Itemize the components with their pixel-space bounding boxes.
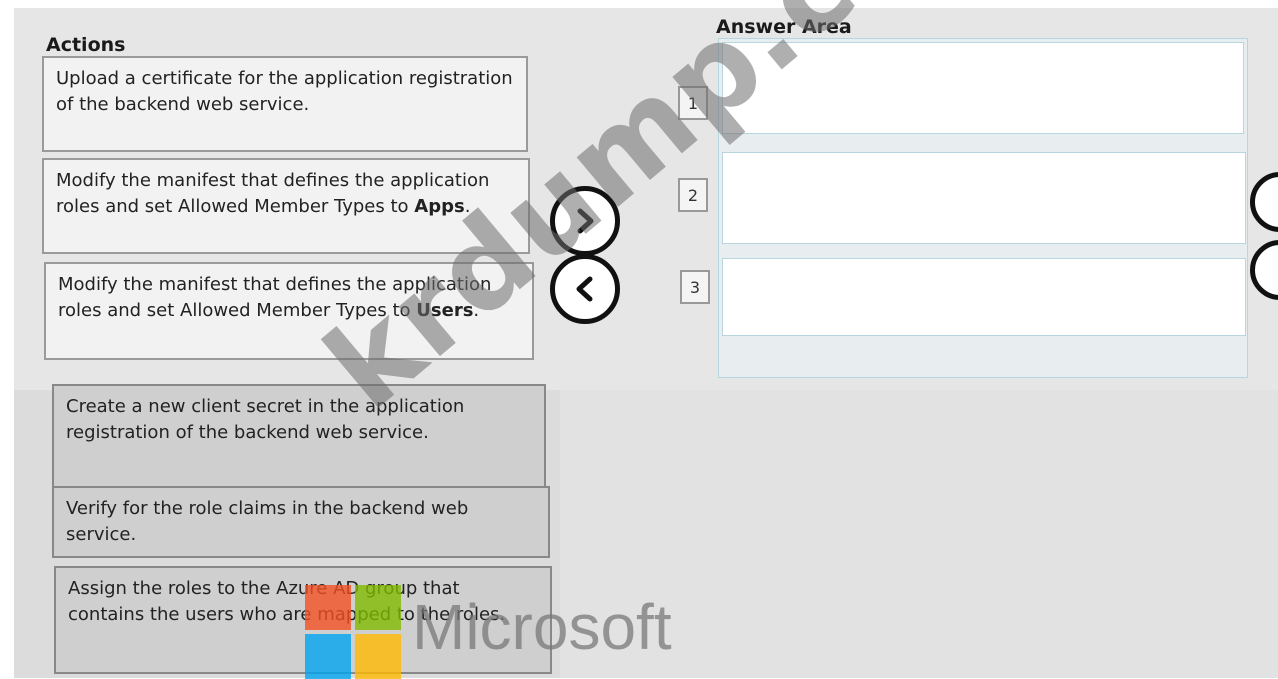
slot-number-1: 1 xyxy=(678,86,708,120)
action-item-bold: Apps xyxy=(414,196,465,217)
action-item-label: Upload a certificate for the application… xyxy=(56,68,513,115)
action-item-tail: . xyxy=(473,300,480,321)
action-item-manifest-apps[interactable]: Modify the manifest that defines the app… xyxy=(42,158,530,254)
action-item-tail: . xyxy=(464,196,471,217)
action-item-label: Create a new client secret in the applic… xyxy=(66,396,465,443)
logo-green-square xyxy=(355,585,401,630)
microsoft-wordmark: Microsoft xyxy=(412,591,672,663)
action-item-client-secret[interactable]: Create a new client secret in the applic… xyxy=(52,384,546,488)
slot-number-2: 2 xyxy=(678,178,708,212)
answer-slot-1[interactable] xyxy=(722,42,1244,134)
action-item-manifest-users[interactable]: Modify the manifest that defines the app… xyxy=(44,262,534,360)
logo-yellow-square xyxy=(355,634,401,679)
logo-red-square xyxy=(305,585,351,630)
action-item-label: Verify for the role claims in the backen… xyxy=(66,498,469,545)
answer-slot-3[interactable] xyxy=(722,258,1246,336)
slot-number-3: 3 xyxy=(680,270,710,304)
action-item-bold: Users xyxy=(416,300,474,321)
logo-blue-square xyxy=(305,634,351,679)
actions-title: Actions xyxy=(46,34,126,56)
chevron-right-icon xyxy=(577,208,594,234)
answer-slot-2[interactable] xyxy=(722,152,1246,244)
microsoft-logo xyxy=(305,585,401,679)
action-item-upload-certificate[interactable]: Upload a certificate for the application… xyxy=(42,56,528,152)
action-item-verify-role-claims[interactable]: Verify for the role claims in the backen… xyxy=(52,486,550,558)
answer-area-title: Answer Area xyxy=(716,16,852,38)
move-right-button[interactable] xyxy=(550,186,620,256)
chevron-left-icon xyxy=(576,276,593,302)
move-left-button[interactable] xyxy=(550,254,620,324)
